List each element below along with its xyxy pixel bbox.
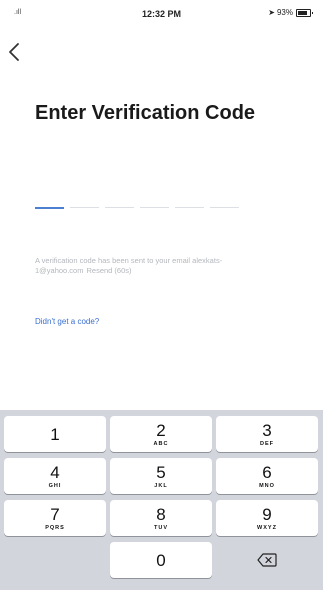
key-5[interactable]: 5 JKL [110, 458, 212, 494]
code-slot[interactable] [210, 207, 239, 208]
key-3[interactable]: 3 DEF [216, 416, 318, 452]
backspace-icon [257, 553, 277, 567]
key-letters: GHI [48, 483, 62, 489]
verification-info: A verification code has been sent to you… [35, 256, 295, 276]
code-slot[interactable] [105, 207, 134, 208]
battery-group: ➤ 93% [268, 8, 313, 17]
key-digit: 2 [156, 421, 166, 440]
key-1[interactable]: 1 [4, 416, 106, 452]
status-bar: .ıll 12:32 PM ➤ 93% [0, 0, 323, 28]
key-7[interactable]: 7 PQRS [4, 500, 106, 536]
battery-percent: 93% [276, 8, 293, 17]
key-letters: TUV [154, 525, 168, 531]
key-0[interactable]: 0 [110, 542, 212, 578]
key-letters: PQRS [45, 525, 65, 531]
key-digit: 6 [262, 463, 272, 482]
key-9[interactable]: 9 WXYZ [216, 500, 318, 536]
key-letters: JKL [154, 483, 168, 489]
page-title: Enter Verification Code [35, 102, 256, 124]
key-digit: 0 [156, 551, 166, 570]
key-8[interactable]: 8 TUV [110, 500, 212, 536]
key-letters: DEF [260, 441, 274, 447]
location-arrow-icon: ➤ [268, 8, 275, 17]
key-digit: 3 [262, 421, 272, 440]
key-digit: 1 [50, 425, 60, 444]
code-slot[interactable] [70, 207, 99, 208]
key-letters: ABC [153, 441, 169, 447]
key-letters: MNO [259, 483, 275, 489]
verification-code-input[interactable] [35, 207, 239, 209]
key-digit: 5 [156, 463, 166, 482]
key-2[interactable]: 2 ABC [110, 416, 212, 452]
code-slot[interactable] [140, 207, 169, 208]
key-digit: 7 [50, 505, 60, 524]
battery-icon [296, 8, 313, 17]
chevron-left-icon [9, 43, 19, 61]
key-letters: WXYZ [257, 525, 277, 531]
didnt-get-code-link[interactable]: Didn't get a code? [35, 317, 99, 326]
key-4[interactable]: 4 GHI [4, 458, 106, 494]
resend-countdown: Resend (60s) [86, 266, 132, 275]
numeric-keypad: 1 2 ABC 3 DEF 4 GHI 5 JKL 6 MNO 7 PQRS 8… [0, 410, 323, 590]
back-button[interactable] [8, 42, 28, 62]
code-slot[interactable] [175, 207, 204, 208]
delete-key[interactable] [216, 542, 318, 578]
code-slot[interactable] [35, 207, 64, 209]
key-digit: 8 [156, 505, 166, 524]
key-digit: 4 [50, 463, 60, 482]
key-digit: 9 [262, 505, 272, 524]
key-6[interactable]: 6 MNO [216, 458, 318, 494]
